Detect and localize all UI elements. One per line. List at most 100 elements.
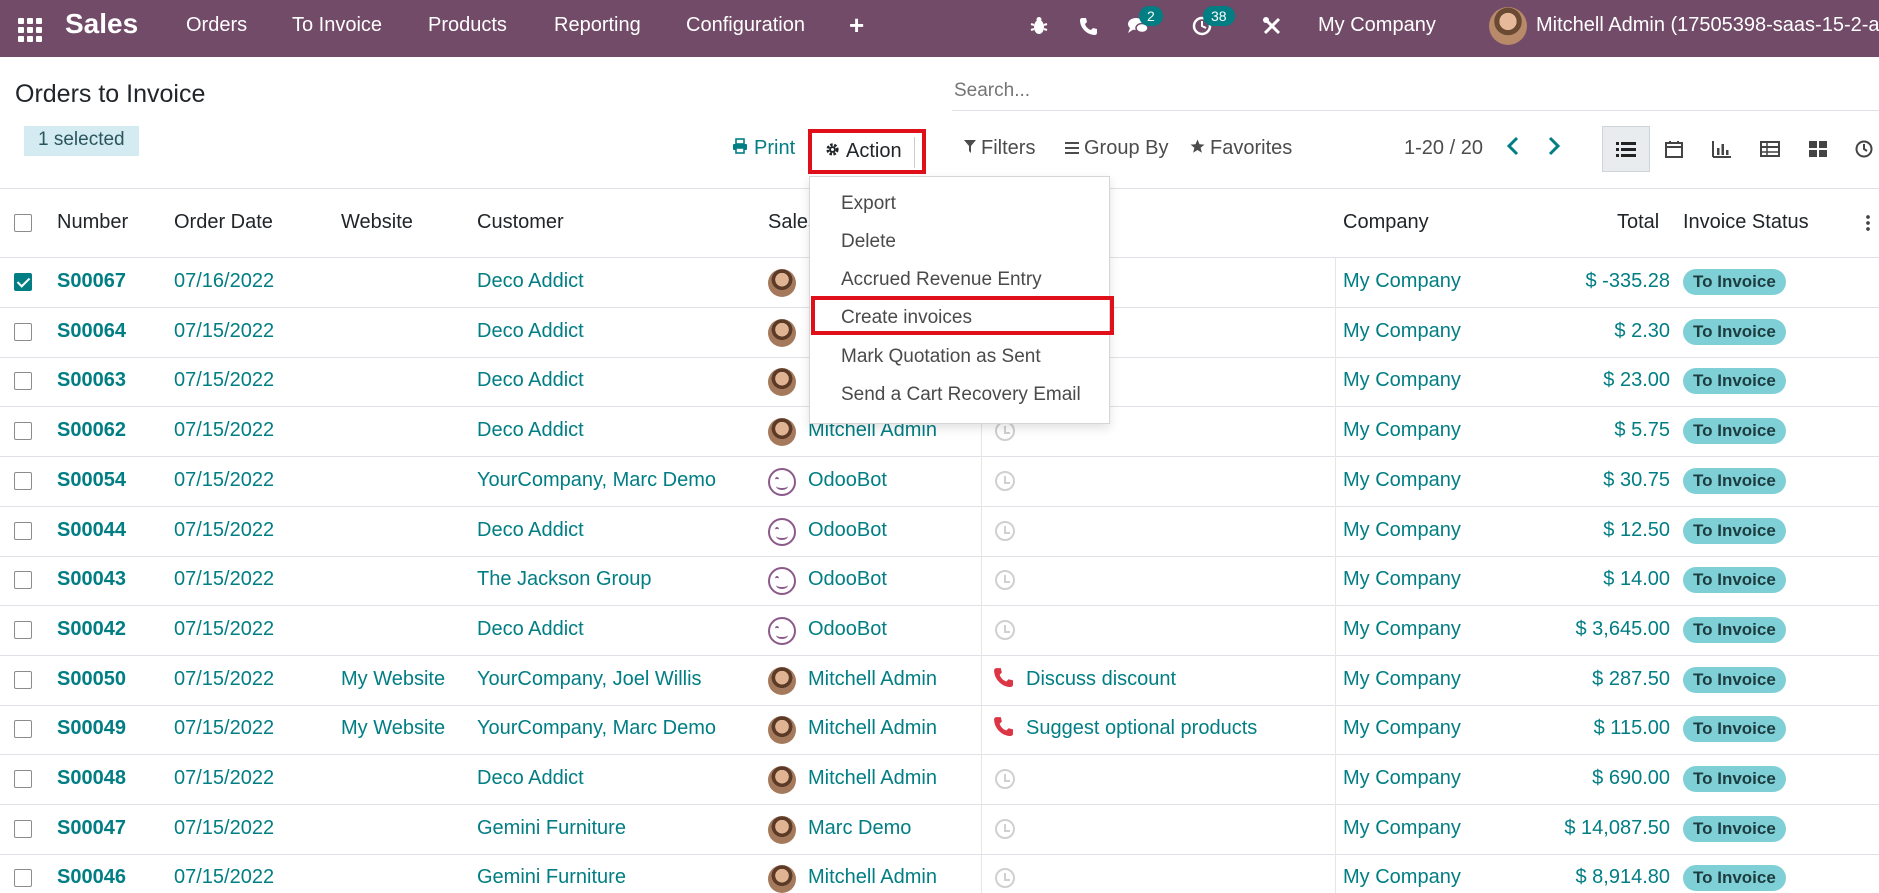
list-view-icon[interactable] bbox=[1602, 126, 1650, 172]
customer[interactable]: YourCompany, Marc Demo bbox=[477, 717, 716, 740]
salesperson[interactable]: OdooBot bbox=[808, 519, 887, 542]
activity-view-icon[interactable] bbox=[1840, 126, 1879, 172]
website[interactable]: My Website bbox=[341, 717, 445, 740]
menu-configuration[interactable]: Configuration bbox=[686, 14, 805, 37]
company[interactable]: My Company bbox=[1343, 320, 1461, 343]
order-total[interactable]: $ 12.50 bbox=[1520, 519, 1670, 542]
table-row[interactable]: S00049 07/15/2022 My Website YourCompany, M… bbox=[0, 705, 1879, 756]
customer[interactable]: Deco Addict bbox=[477, 618, 584, 641]
order-number[interactable]: S00047 bbox=[57, 817, 126, 840]
activity-clock-icon[interactable] bbox=[995, 470, 1015, 491]
activity-clock-icon[interactable] bbox=[995, 818, 1015, 839]
col-company[interactable]: Company bbox=[1343, 211, 1429, 234]
order-date[interactable]: 07/15/2022 bbox=[174, 668, 274, 691]
order-date[interactable]: 07/15/2022 bbox=[174, 320, 274, 343]
kanban-view-icon[interactable] bbox=[1794, 126, 1842, 172]
col-number[interactable]: Number bbox=[57, 211, 128, 234]
order-total[interactable]: $ 690.00 bbox=[1520, 767, 1670, 790]
customer[interactable]: YourCompany, Joel Willis bbox=[477, 668, 702, 691]
row-checkbox[interactable] bbox=[14, 422, 32, 441]
order-total[interactable]: $ 287.50 bbox=[1520, 668, 1670, 691]
pager-previous-icon[interactable] bbox=[1506, 133, 1520, 164]
customer[interactable]: Deco Addict bbox=[477, 419, 584, 442]
order-number[interactable]: S00043 bbox=[57, 568, 126, 591]
activity-phone-icon[interactable] bbox=[993, 667, 1013, 693]
graph-view-icon[interactable] bbox=[1698, 126, 1746, 172]
order-number[interactable]: S00049 bbox=[57, 717, 126, 740]
company[interactable]: My Company bbox=[1343, 369, 1461, 392]
order-date[interactable]: 07/15/2022 bbox=[174, 817, 274, 840]
app-brand[interactable]: Sales bbox=[65, 8, 138, 40]
salesperson[interactable]: OdooBot bbox=[808, 568, 887, 591]
customer[interactable]: Deco Addict bbox=[477, 519, 584, 542]
customer[interactable]: Gemini Furniture bbox=[477, 817, 626, 840]
menu-item-accrued-revenue-entry[interactable]: Accrued Revenue Entry bbox=[841, 269, 1042, 291]
debug-tools-icon[interactable] bbox=[1260, 13, 1284, 39]
order-date[interactable]: 07/15/2022 bbox=[174, 369, 274, 392]
activity-summary[interactable]: Discuss discount bbox=[1026, 668, 1176, 691]
activity-clock-icon[interactable] bbox=[995, 868, 1015, 889]
order-date[interactable]: 07/15/2022 bbox=[174, 519, 274, 542]
row-checkbox[interactable] bbox=[14, 571, 32, 590]
activity-clock-icon[interactable] bbox=[995, 619, 1015, 640]
row-checkbox[interactable] bbox=[14, 322, 32, 341]
add-icon[interactable]: + bbox=[849, 10, 864, 41]
user-menu[interactable]: Mitchell Admin (17505398-saas-15-2-all bbox=[1536, 14, 1879, 37]
menu-products[interactable]: Products bbox=[428, 14, 507, 37]
menu-item-delete[interactable]: Delete bbox=[841, 231, 896, 253]
row-checkbox[interactable] bbox=[14, 819, 32, 838]
order-date[interactable]: 07/15/2022 bbox=[174, 717, 274, 740]
order-date[interactable]: 07/15/2022 bbox=[174, 866, 274, 889]
customer[interactable]: YourCompany, Marc Demo bbox=[477, 469, 716, 492]
row-checkbox[interactable] bbox=[14, 372, 32, 391]
company[interactable]: My Company bbox=[1343, 419, 1461, 442]
menu-item-export[interactable]: Export bbox=[841, 193, 896, 215]
company[interactable]: My Company bbox=[1343, 469, 1461, 492]
order-total[interactable]: $ 14,087.50 bbox=[1520, 817, 1670, 840]
order-total[interactable]: $ 3,645.00 bbox=[1520, 618, 1670, 641]
pivot-view-icon[interactable] bbox=[1746, 126, 1794, 172]
table-row[interactable]: S00048 07/15/2022 Deco Addict Mitchell Admi… bbox=[0, 755, 1879, 805]
row-checkbox[interactable] bbox=[14, 273, 32, 291]
col-website[interactable]: Website bbox=[341, 211, 413, 234]
order-date[interactable]: 07/15/2022 bbox=[174, 767, 274, 790]
activity-clock-icon[interactable] bbox=[995, 570, 1015, 591]
company[interactable]: My Company bbox=[1343, 767, 1461, 790]
order-total[interactable]: $ 115.00 bbox=[1520, 717, 1670, 740]
activity-summary[interactable]: Suggest optional products bbox=[1026, 717, 1257, 740]
menu-orders[interactable]: Orders bbox=[186, 14, 247, 37]
customer[interactable]: The Jackson Group bbox=[477, 568, 652, 591]
menu-reporting[interactable]: Reporting bbox=[554, 14, 641, 37]
filters-button[interactable]: Filters bbox=[964, 137, 1035, 160]
table-row[interactable]: S00054 07/15/2022 YourCompany, Marc Demo Od… bbox=[0, 456, 1879, 507]
order-date[interactable]: 07/15/2022 bbox=[174, 618, 274, 641]
group-by-button[interactable]: Group By bbox=[1065, 137, 1168, 160]
row-checkbox[interactable] bbox=[14, 670, 32, 689]
menu-to-invoice[interactable]: To Invoice bbox=[292, 14, 382, 37]
activity-clock-icon[interactable] bbox=[995, 769, 1015, 789]
order-number[interactable]: S00062 bbox=[57, 419, 126, 442]
order-date[interactable]: 07/15/2022 bbox=[174, 469, 274, 492]
order-date[interactable]: 07/15/2022 bbox=[174, 419, 274, 442]
customer[interactable]: Deco Addict bbox=[477, 320, 584, 343]
salesperson[interactable]: OdooBot bbox=[808, 469, 887, 492]
print-button[interactable]: Print bbox=[732, 137, 795, 160]
select-all-checkbox[interactable] bbox=[14, 214, 32, 232]
table-row[interactable]: S00046 07/15/2022 Gemini Furniture Mitchell… bbox=[0, 854, 1879, 893]
order-number[interactable]: S00042 bbox=[57, 618, 126, 641]
favorites-button[interactable]: Favorites bbox=[1190, 137, 1292, 160]
row-checkbox[interactable] bbox=[14, 620, 32, 639]
customer[interactable]: Gemini Furniture bbox=[477, 866, 626, 889]
pager-value[interactable]: 1-20 / 20 bbox=[1404, 137, 1483, 160]
order-date[interactable]: 07/15/2022 bbox=[174, 568, 274, 591]
order-total[interactable]: $ 8,914.80 bbox=[1520, 866, 1670, 889]
table-row[interactable]: S00047 07/15/2022 Gemini Furniture Marc Dem… bbox=[0, 804, 1879, 855]
company[interactable]: My Company bbox=[1343, 568, 1461, 591]
order-total[interactable]: $ 30.75 bbox=[1520, 469, 1670, 492]
order-number[interactable]: S00067 bbox=[57, 270, 126, 293]
row-checkbox[interactable] bbox=[14, 471, 32, 490]
row-checkbox[interactable] bbox=[14, 770, 32, 788]
company[interactable]: My Company bbox=[1343, 817, 1461, 840]
order-number[interactable]: S00050 bbox=[57, 668, 126, 691]
salesperson[interactable]: Mitchell Admin bbox=[808, 717, 937, 740]
